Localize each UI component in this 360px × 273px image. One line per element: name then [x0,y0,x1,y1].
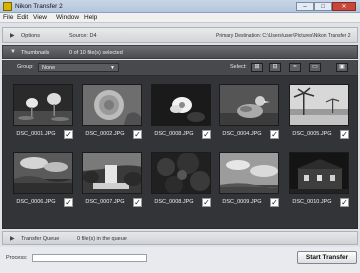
photo-dark-foliage[interactable] [151,152,211,194]
expand-options-icon[interactable]: ▶ [10,32,15,39]
group-label: Group: [17,64,34,70]
thumbnail-item[interactable]: DSC_0009.JPG ✓ [215,148,281,214]
thumbnail-item[interactable]: DSC_0001.JPG ✓ [9,80,75,146]
thumbnails-header[interactable]: ▼ Thumbnails 0 of 10 file(s) selected [2,45,358,59]
select-label: Select: [230,64,247,70]
thumbnail-filename: DSC_0010.JPG [292,199,332,205]
menu-file[interactable]: File [3,14,13,21]
thumbnail-item[interactable]: DSC_0008.JPG ✓ [147,148,213,214]
source-text: Source: D4 [69,33,97,39]
thumbnail-checkbox[interactable]: ✓ [340,130,349,139]
bottom-panel: Process: Start Transfer [0,247,360,273]
process-progress-bar [32,254,147,262]
menu-edit[interactable]: Edit [17,14,28,21]
minimize-button[interactable]: – [296,2,314,11]
menu-window[interactable]: Window [56,14,79,21]
queue-count: 0 file(s) in the queue [77,236,127,242]
thumbnail-checkbox[interactable]: ✓ [64,130,73,139]
select-protected-icon[interactable]: ≈ [289,63,301,72]
thumbnail-checkbox[interactable]: ✓ [202,130,211,139]
photo-cloudy-landscape[interactable] [13,152,73,194]
thumbnail-filename: DSC_0002.JPG [85,131,125,137]
start-transfer-button[interactable]: Start Transfer [297,251,357,264]
expand-queue-icon[interactable]: ▶ [10,235,15,242]
photo-palm-beach[interactable] [289,84,349,126]
thumbnail-checkbox[interactable]: ✓ [133,130,142,139]
thumbnail-item[interactable]: DSC_0004.JPG ✓ [215,80,281,146]
thumbnail-item[interactable]: DSC_0002.JPG ✓ [78,80,144,146]
chevron-down-icon: ▼ [110,65,115,71]
photo-lotus-flowers[interactable] [13,84,73,126]
photo-duck[interactable] [219,84,279,126]
options-label: Options [21,33,40,39]
menu-view[interactable]: View [33,14,47,21]
thumbnail-checkbox[interactable]: ✓ [340,198,349,207]
photo-waterfall[interactable] [82,152,142,194]
thumbnail-filename: DSC_0009.JPG [222,199,262,205]
menu-help[interactable]: Help [84,14,97,21]
window-title: Nikon Transfer 2 [15,3,63,10]
thumbnail-checkbox[interactable]: ✓ [202,198,211,207]
app-icon [3,2,12,11]
thumbnails-label: Thumbnails [21,50,50,56]
group-select[interactable]: None ▼ [38,63,119,72]
collapse-thumbnails-icon[interactable]: ▼ [10,49,16,55]
thumbnail-item[interactable]: DSC_0006.JPG ✓ [9,148,75,214]
options-bar[interactable]: ▶ Options Source: D4 Primary Destination… [2,27,358,43]
thumbnail-checkbox[interactable]: ✓ [64,198,73,207]
thumbnail-filename: DSC_0004.JPG [222,131,262,137]
close-button[interactable]: ✕ [332,2,356,11]
maximize-button[interactable]: □ [314,2,332,11]
thumbnail-checkbox[interactable]: ✓ [133,198,142,207]
select-none-icon[interactable]: ⊟ [269,63,281,72]
photo-sky-clouds[interactable] [219,152,279,194]
title-bar: Nikon Transfer 2 – □ ✕ [0,0,360,13]
thumbnail-item[interactable]: DSC_0008.JPG ✓ [147,80,213,146]
thumbnail-toolbar: Group: None ▼ Select: ⊞ ⊟ ≈ ▭ ▣ [2,60,358,75]
photo-night-building[interactable] [289,152,349,194]
thumbnail-checkbox[interactable]: ✓ [270,130,279,139]
select-new-icon[interactable]: ▭ [309,63,321,72]
thumbnail-filename: DSC_0001.JPG [16,131,56,137]
photo-white-flower[interactable] [151,84,211,126]
thumbnail-filename: DSC_0008.JPG [154,199,194,205]
thumbnail-filename: DSC_0005.JPG [292,131,332,137]
thumbnail-item[interactable]: DSC_0010.JPG ✓ [285,148,351,214]
menu-bar: File Edit View Window Help [0,13,360,23]
thumbnail-item[interactable]: DSC_0007.JPG ✓ [78,148,144,214]
thumbnail-filename: DSC_0008.JPG [154,131,194,137]
process-label: Process: [6,255,28,261]
photo-rose[interactable] [82,84,142,126]
thumbnail-grid: DSC_0001.JPG ✓ DSC_0002.JPG ✓ DSC_0008.J… [2,75,358,229]
transfer-queue-label: Transfer Queue [21,236,60,242]
thumbnail-checkbox[interactable]: ✓ [270,198,279,207]
destination-text: Primary Destination: C:\Users\user\Pictu… [216,33,351,39]
thumbnail-item[interactable]: DSC_0005.JPG ✓ [285,80,351,146]
selection-count: 0 of 10 file(s) selected [69,50,123,56]
transfer-queue-bar[interactable]: ▶ Transfer Queue 0 file(s) in the queue [2,231,358,245]
select-all-icon[interactable]: ⊞ [251,63,263,72]
view-mode-icon[interactable]: ▣ [336,63,348,72]
thumbnail-filename: DSC_0007.JPG [85,199,125,205]
group-select-value: None [42,65,56,71]
thumbnail-filename: DSC_0006.JPG [16,199,56,205]
